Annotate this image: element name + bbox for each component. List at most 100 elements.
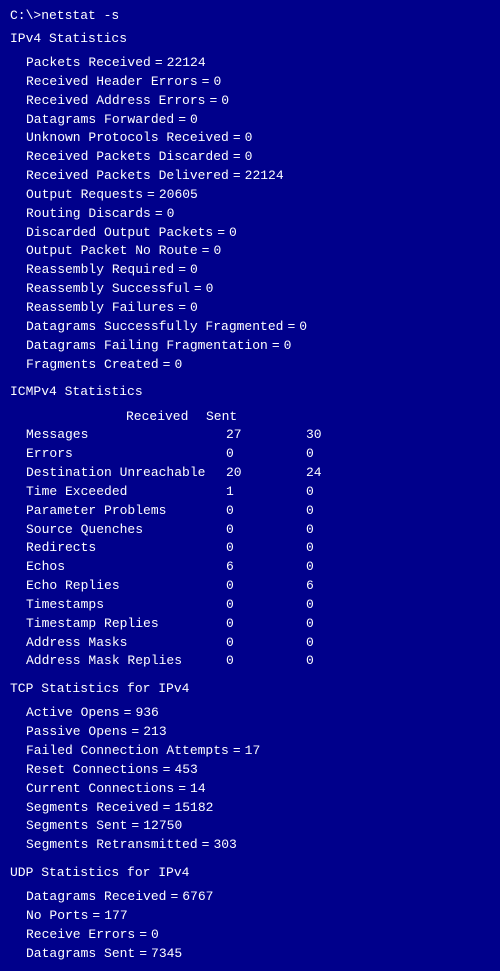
- stat-equals: =: [163, 356, 171, 375]
- icmp-row-sent: 0: [286, 521, 366, 540]
- stat-label: Receive Errors: [26, 926, 135, 945]
- icmp-row-received: 0: [206, 577, 286, 596]
- list-item: Reassembly Successful = 0: [10, 280, 490, 299]
- list-item: Reset Connections = 453: [10, 761, 490, 780]
- tcp-section: TCP Statistics for IPv4 Active Opens = 9…: [10, 681, 490, 855]
- prompt-text: C:\>netstat -s: [10, 8, 119, 23]
- list-item: Timestamp Replies00: [26, 615, 490, 634]
- stat-label: Discarded Output Packets: [26, 224, 213, 243]
- tcp-stats-list: Active Opens = 936Passive Opens = 213Fai…: [10, 704, 490, 855]
- stat-label: Reassembly Successful: [26, 280, 190, 299]
- stat-value: 0: [190, 111, 198, 130]
- list-item: Unknown Protocols Received = 0: [10, 129, 490, 148]
- stat-equals: =: [139, 945, 147, 964]
- icmp-row-received: 0: [206, 445, 286, 464]
- icmp-row-label: Errors: [26, 445, 206, 464]
- stat-value: 17: [245, 742, 261, 761]
- stat-value: 0: [299, 318, 307, 337]
- stat-equals: =: [217, 224, 225, 243]
- stat-label: Datagrams Forwarded: [26, 111, 174, 130]
- udp-title: UDP Statistics for IPv4: [10, 865, 490, 880]
- stat-value: 7345: [151, 945, 182, 964]
- list-item: Active Opens = 936: [10, 704, 490, 723]
- stat-equals: =: [92, 907, 100, 926]
- stat-label: Reassembly Required: [26, 261, 174, 280]
- stat-equals: =: [178, 261, 186, 280]
- icmpv4-table: Received Sent Messages2730Errors00Destin…: [10, 409, 490, 671]
- stat-label: No Ports: [26, 907, 88, 926]
- stat-label: Datagrams Failing Fragmentation: [26, 337, 268, 356]
- icmp-row-received: 0: [206, 539, 286, 558]
- icmpv4-title: ICMPv4 Statistics: [10, 384, 490, 399]
- list-item: Failed Connection Attempts = 17: [10, 742, 490, 761]
- list-item: Datagrams Sent = 7345: [10, 945, 490, 964]
- stat-equals: =: [163, 761, 171, 780]
- list-item: Datagrams Forwarded = 0: [10, 111, 490, 130]
- stat-equals: =: [124, 704, 132, 723]
- stat-value: 936: [135, 704, 158, 723]
- icmpv4-rows: Messages2730Errors00Destination Unreacha…: [26, 426, 490, 671]
- icmp-row-received: 0: [206, 634, 286, 653]
- icmp-row-sent: 0: [286, 596, 366, 615]
- tcp-title: TCP Statistics for IPv4: [10, 681, 490, 696]
- stat-value: 0: [245, 148, 253, 167]
- list-item: Output Packet No Route = 0: [10, 242, 490, 261]
- list-item: Timestamps00: [26, 596, 490, 615]
- list-item: Fragments Created = 0: [10, 356, 490, 375]
- icmp-row-received: 0: [206, 652, 286, 671]
- command-prompt: C:\>netstat -s: [10, 8, 490, 23]
- icmp-row-label: Echo Replies: [26, 577, 206, 596]
- stat-value: 453: [174, 761, 197, 780]
- list-item: Redirects00: [26, 539, 490, 558]
- ipv4-title: IPv4 Statistics: [10, 31, 490, 46]
- stat-value: 15182: [174, 799, 213, 818]
- stat-label: Reset Connections: [26, 761, 159, 780]
- stat-equals: =: [178, 780, 186, 799]
- stat-label: Received Header Errors: [26, 73, 198, 92]
- stat-value: 0: [229, 224, 237, 243]
- stat-value: 12750: [143, 817, 182, 836]
- stat-equals: =: [209, 92, 217, 111]
- stat-label: Routing Discards: [26, 205, 151, 224]
- stat-value: 0: [213, 73, 221, 92]
- stat-equals: =: [272, 337, 280, 356]
- list-item: Datagrams Received = 6767: [10, 888, 490, 907]
- stat-value: 22124: [245, 167, 284, 186]
- list-item: Time Exceeded10: [26, 483, 490, 502]
- icmpv4-sent-header: Sent: [206, 409, 286, 424]
- icmp-row-received: 0: [206, 596, 286, 615]
- list-item: Received Packets Discarded = 0: [10, 148, 490, 167]
- ipv4-section: IPv4 Statistics Packets Received = 22124…: [10, 31, 490, 374]
- stat-label: Unknown Protocols Received: [26, 129, 229, 148]
- stat-label: Segments Received: [26, 799, 159, 818]
- list-item: Parameter Problems00: [26, 502, 490, 521]
- stat-value: 0: [167, 205, 175, 224]
- stat-label: Failed Connection Attempts: [26, 742, 229, 761]
- stat-equals: =: [163, 799, 171, 818]
- icmp-row-sent: 30: [286, 426, 366, 445]
- stat-value: 0: [213, 242, 221, 261]
- icmp-row-sent: 0: [286, 652, 366, 671]
- stat-label: Output Requests: [26, 186, 143, 205]
- stat-equals: =: [147, 186, 155, 205]
- stat-label: Fragments Created: [26, 356, 159, 375]
- list-item: Address Masks00: [26, 634, 490, 653]
- stat-label: Output Packet No Route: [26, 242, 198, 261]
- stat-value: 0: [190, 299, 198, 318]
- list-item: Discarded Output Packets = 0: [10, 224, 490, 243]
- stat-equals: =: [131, 723, 139, 742]
- icmp-row-label: Timestamp Replies: [26, 615, 206, 634]
- list-item: Packets Received = 22124: [10, 54, 490, 73]
- stat-value: 0: [174, 356, 182, 375]
- stat-equals: =: [194, 280, 202, 299]
- icmp-row-label: Source Quenches: [26, 521, 206, 540]
- list-item: Source Quenches00: [26, 521, 490, 540]
- stat-equals: =: [202, 836, 210, 855]
- stat-value: 14: [190, 780, 206, 799]
- stat-equals: =: [202, 73, 210, 92]
- list-item: Segments Sent = 12750: [10, 817, 490, 836]
- icmp-row-sent: 0: [286, 634, 366, 653]
- stat-label: Current Connections: [26, 780, 174, 799]
- stat-label: Datagrams Successfully Fragmented: [26, 318, 283, 337]
- icmp-row-label: Echos: [26, 558, 206, 577]
